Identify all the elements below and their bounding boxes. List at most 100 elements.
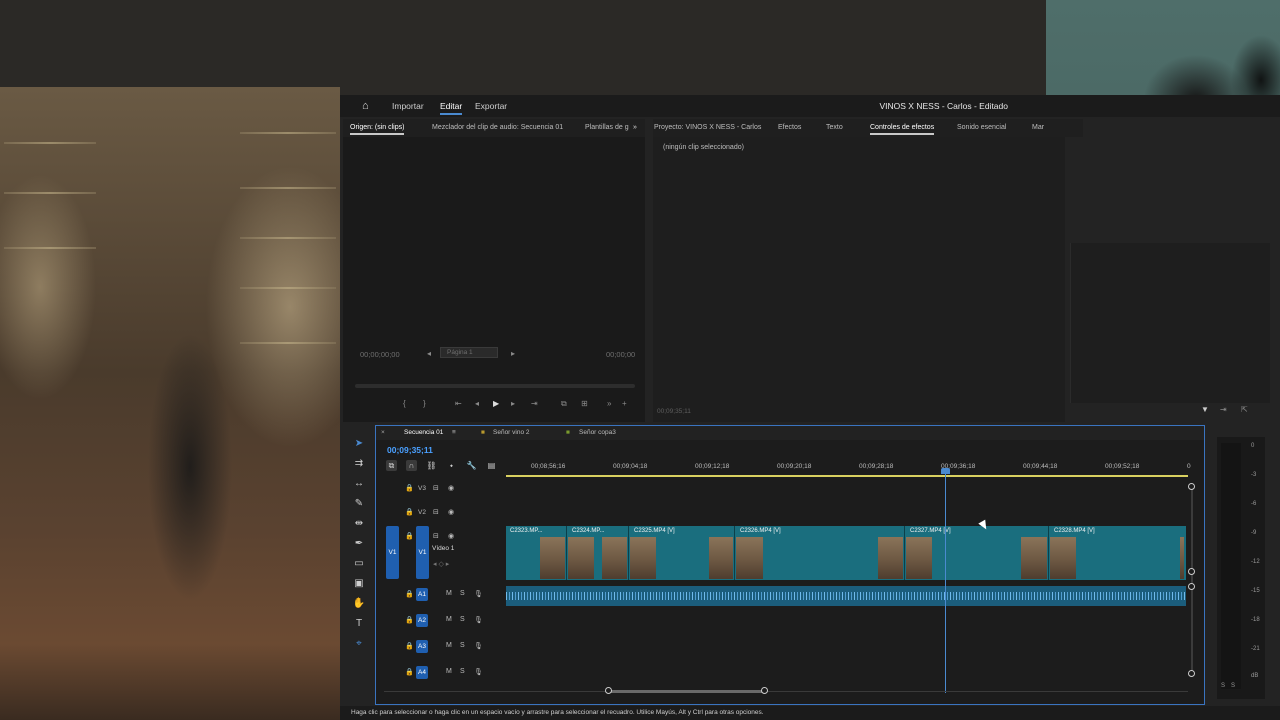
track-label-a4[interactable]: A4 — [416, 666, 428, 679]
smart-tool-icon[interactable]: ⌖ — [352, 637, 366, 651]
scroll-knob[interactable] — [1188, 483, 1195, 490]
tab-mar[interactable]: Mar — [1032, 124, 1044, 131]
mark-in-icon[interactable]: { — [403, 399, 406, 408]
source-patch-v1[interactable]: V1 — [386, 526, 399, 579]
slip-tool-icon[interactable]: ⇹ — [352, 517, 366, 531]
solo-button[interactable]: S — [460, 590, 465, 597]
horizontal-scrollbar[interactable] — [384, 691, 1188, 692]
more-tabs-icon[interactable]: » — [633, 124, 637, 131]
snap-icon[interactable]: ∩ — [406, 460, 417, 471]
tab-sonido-esencial[interactable]: Sonido esencial — [957, 124, 1006, 131]
tab-texto[interactable]: Texto — [826, 124, 843, 131]
zoom-handle-right[interactable] — [761, 687, 768, 694]
track-label-v2[interactable]: V2 — [416, 506, 428, 519]
sync-lock-icon[interactable]: ⊟ — [433, 484, 439, 492]
time-ruler[interactable]: 00;08;56;16 00;09;04;18 00;09;12;18 00;0… — [506, 460, 1196, 474]
captions-icon[interactable]: ▤ — [486, 460, 497, 471]
page-next-icon[interactable]: ▸ — [511, 349, 515, 358]
video-track-v1[interactable]: C2323.MP... C2324.MP... C2325.MP4 [V] C2… — [506, 526, 1186, 580]
timeline-timecode[interactable]: 00;09;35;11 — [387, 445, 433, 455]
insert-icon[interactable]: ⧉ — [561, 399, 567, 409]
type-rect-tool-icon[interactable]: ▣ — [352, 577, 366, 591]
clip-label[interactable]: C2328.MP4 [V] — [1054, 528, 1095, 534]
step-forward-icon[interactable]: ▸ — [511, 399, 515, 408]
microphone-icon[interactable]: 🎙 — [474, 590, 483, 598]
tab-secuencia-01[interactable]: Secuencia 01 — [404, 429, 443, 436]
menu-exportar[interactable]: Exportar — [475, 101, 507, 111]
scroll-knob[interactable] — [1188, 583, 1195, 590]
selection-tool-icon[interactable]: ➤ — [352, 437, 366, 451]
go-to-out-icon[interactable]: ⇥ — [531, 399, 538, 408]
home-icon[interactable]: ⌂ — [362, 100, 374, 112]
page-prev-icon[interactable]: ◂ — [427, 349, 431, 358]
pen-tool-icon[interactable]: ✒ — [352, 537, 366, 551]
tab-origen[interactable]: Origen: (sin clips) — [350, 124, 405, 135]
track-select-tool-icon[interactable]: ⇉ — [352, 457, 366, 471]
clip-edge[interactable] — [1048, 526, 1049, 580]
scroll-knob[interactable] — [1188, 670, 1195, 677]
zoom-handle-left[interactable] — [605, 687, 612, 694]
tab-mezclador[interactable]: Mezclador del clip de audio: Secuencia 0… — [432, 124, 563, 131]
hand-tool-icon[interactable]: ✋ — [352, 597, 366, 611]
tab-senor-vino-2[interactable]: Señor vino 2 — [493, 429, 530, 436]
lock-icon[interactable]: 🔒 — [405, 642, 414, 650]
step-back-icon[interactable]: ◂ — [475, 399, 479, 408]
microphone-icon[interactable]: 🎙 — [474, 616, 483, 624]
close-tab-icon[interactable]: × — [381, 429, 385, 436]
lock-icon[interactable]: 🔒 — [405, 668, 414, 676]
rectangle-tool-icon[interactable]: ▭ — [352, 557, 366, 571]
eye-icon[interactable]: ◉ — [448, 484, 454, 492]
overwrite-icon[interactable]: ⊞ — [581, 399, 588, 408]
lock-icon[interactable]: 🔒 — [405, 590, 414, 598]
clip-label[interactable]: C2325.MP4 [V] — [634, 528, 675, 534]
sync-lock-icon[interactable]: ⊟ — [433, 508, 439, 516]
playhead-handle[interactable] — [941, 468, 950, 474]
clip-edge[interactable] — [628, 526, 629, 580]
filter-icon[interactable]: ▼ — [1201, 405, 1209, 414]
source-scrubber[interactable] — [355, 384, 635, 388]
export-frame-icon[interactable]: ⇥ — [1220, 405, 1227, 414]
solo-button[interactable]: S — [460, 642, 465, 649]
microphone-icon[interactable]: 🎙 — [474, 668, 483, 676]
track-label-a3[interactable]: A3 — [416, 640, 428, 653]
lock-icon[interactable]: 🔒 — [405, 484, 414, 492]
add-button-icon[interactable]: + — [622, 399, 627, 408]
work-area-bar[interactable] — [506, 475, 1188, 477]
playhead[interactable] — [945, 468, 946, 693]
vertical-scrollbar[interactable] — [1191, 486, 1193, 674]
track-label-a1[interactable]: A1 — [416, 588, 428, 601]
solo-left[interactable]: S — [1221, 683, 1225, 689]
lock-icon[interactable]: 🔒 — [405, 532, 414, 540]
clip-edge[interactable] — [904, 526, 905, 580]
clip-edge[interactable] — [566, 526, 567, 580]
more-controls-icon[interactable]: » — [607, 399, 611, 408]
tab-efectos[interactable]: Efectos — [778, 124, 801, 131]
tab-senor-copa3[interactable]: Señor copa3 — [579, 429, 616, 436]
play-icon[interactable]: ▶ — [493, 399, 499, 408]
menu-editar[interactable]: Editar — [440, 101, 463, 115]
mute-button[interactable]: M — [446, 616, 452, 623]
track-label-v1[interactable]: V1 — [416, 526, 429, 579]
audio-track-a1[interactable] — [506, 586, 1186, 606]
linked-selection-icon[interactable]: ⛓ — [426, 460, 437, 471]
mark-out-icon[interactable]: } — [423, 399, 426, 408]
tab-menu-icon[interactable]: ≡ — [452, 429, 456, 436]
add-marker-icon[interactable]: ⬩ — [446, 460, 457, 471]
clip-label[interactable]: C2326.MP4 [V] — [740, 528, 781, 534]
timeline-settings-icon[interactable]: 🔧 — [466, 460, 477, 471]
eye-icon[interactable]: ◉ — [448, 532, 454, 540]
type-tool-icon[interactable]: T — [352, 617, 366, 631]
mute-button[interactable]: M — [446, 642, 452, 649]
track-label-a2[interactable]: A2 — [416, 614, 428, 627]
solo-right[interactable]: S — [1231, 683, 1235, 689]
mute-button[interactable]: M — [446, 590, 452, 597]
tab-plantillas[interactable]: Plantillas de g — [585, 124, 629, 131]
tab-proyecto[interactable]: Proyecto: VINOS X NESS - Carlos — [654, 124, 761, 131]
nest-toggle-icon[interactable]: ⧉ — [386, 460, 397, 471]
lock-icon[interactable]: 🔒 — [405, 616, 414, 624]
solo-button[interactable]: S — [460, 616, 465, 623]
keyframe-nav-icon[interactable]: ◂ ◇ ▸ — [433, 560, 449, 568]
tab-controles-efectos[interactable]: Controles de efectos — [870, 124, 935, 135]
panel-menu-icon[interactable]: ⇱ — [1241, 405, 1248, 414]
scroll-knob[interactable] — [1188, 568, 1195, 575]
